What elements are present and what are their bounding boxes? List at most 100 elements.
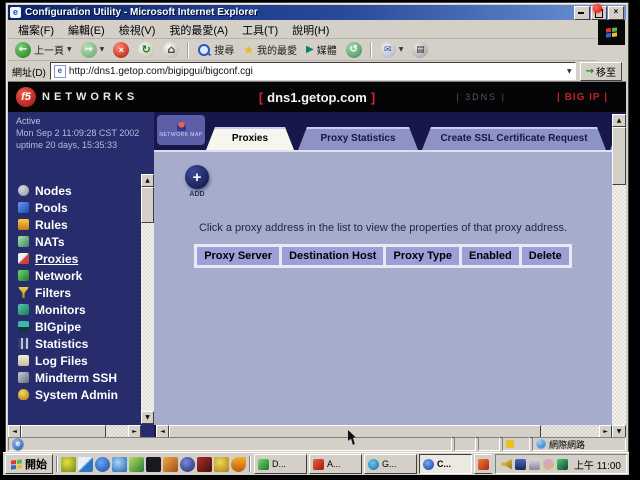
media-button[interactable]: ▶ 媒體 bbox=[303, 41, 340, 58]
proxies-panel: + ADD Click a proxy address in the list … bbox=[154, 150, 612, 425]
scroll-thumb[interactable] bbox=[612, 127, 626, 185]
back-button[interactable]: ← 上一頁 ▼ bbox=[12, 41, 75, 59]
scroll-thumb[interactable] bbox=[141, 187, 154, 223]
start-windows-flag-icon bbox=[11, 459, 22, 469]
main-vertical-scrollbar[interactable]: ▲ ▼ bbox=[612, 114, 626, 438]
sidebar-item-rules[interactable]: Rules bbox=[18, 216, 136, 233]
sidebar-vertical-scrollbar[interactable]: ▲ ▼ bbox=[141, 174, 154, 424]
quicklaunch-icon[interactable] bbox=[129, 457, 144, 472]
add-proxy-button[interactable]: + ADD bbox=[172, 165, 222, 198]
scroll-down-icon[interactable]: ▼ bbox=[141, 411, 154, 424]
tabs: Proxies Proxy Statistics Create SSL Cert… bbox=[206, 127, 612, 150]
scroll-up-icon[interactable]: ▲ bbox=[141, 174, 154, 187]
tray-app-icon[interactable] bbox=[543, 459, 554, 470]
quicklaunch-icon[interactable] bbox=[180, 457, 195, 472]
system-admin-icon bbox=[18, 389, 29, 400]
forward-icon: → bbox=[81, 42, 97, 58]
quicklaunch-icon[interactable] bbox=[112, 457, 127, 472]
tab-proxy-statistics[interactable]: Proxy Statistics bbox=[298, 127, 418, 150]
stop-button[interactable]: × bbox=[110, 41, 132, 59]
menu-edit[interactable]: 編輯(E) bbox=[62, 21, 111, 39]
quicklaunch-icon[interactable] bbox=[146, 457, 161, 472]
start-button[interactable]: 開始 bbox=[5, 454, 53, 474]
column-destination-host: Destination Host bbox=[282, 247, 383, 265]
scroll-up-icon[interactable]: ▲ bbox=[612, 114, 626, 127]
forward-button[interactable]: → ▼ bbox=[78, 41, 108, 59]
quicklaunch-icon[interactable] bbox=[78, 457, 93, 472]
menu-view[interactable]: 檢視(V) bbox=[113, 21, 162, 39]
tray-app-icon[interactable] bbox=[515, 459, 526, 470]
forward-dropdown-icon[interactable]: ▼ bbox=[100, 46, 105, 53]
network-map-button[interactable]: NETWORK MAP bbox=[157, 115, 205, 145]
minimize-button[interactable] bbox=[574, 6, 590, 20]
sidebar-item-proxies[interactable]: Proxies bbox=[18, 250, 136, 267]
tab-proxies[interactable]: Proxies bbox=[206, 127, 294, 150]
sidebar-item-nodes[interactable]: Nodes bbox=[18, 182, 136, 199]
sidebar-item-monitors[interactable]: Monitors bbox=[18, 301, 136, 318]
tab-create-ssl-certificate-request[interactable]: Create SSL Certificate Request bbox=[422, 127, 606, 150]
sidebar-item-mindterm-ssh[interactable]: Mindterm SSH bbox=[18, 369, 136, 386]
taskbar-button-2[interactable]: A... bbox=[309, 454, 362, 474]
taskbar-window-buttons: D... A... G... C... M... bbox=[254, 454, 492, 474]
sidebar-item-system-admin[interactable]: System Admin bbox=[18, 386, 136, 403]
f5-brand-name: NETWORKS bbox=[42, 91, 138, 103]
sidebar-item-filters[interactable]: Filters bbox=[18, 284, 136, 301]
favorites-button[interactable]: ★ 我的最愛 bbox=[240, 41, 300, 58]
taskbar-button-3[interactable]: G... bbox=[364, 454, 417, 474]
taskbar-button-configuration-utility[interactable]: C... bbox=[419, 454, 472, 474]
taskbar-button-5[interactable]: M... bbox=[474, 454, 492, 474]
title-bar[interactable]: e Configuration Utility - Microsoft Inte… bbox=[8, 5, 626, 20]
network-map-icon bbox=[177, 122, 186, 131]
taskbar-button-1[interactable]: D... bbox=[254, 454, 307, 474]
sidebar-item-network[interactable]: Network bbox=[18, 267, 136, 284]
page-icon: e bbox=[54, 65, 66, 78]
home-button[interactable]: ⌂ bbox=[160, 41, 182, 59]
zone-label: 網際網路 bbox=[549, 438, 585, 451]
quicklaunch-icon[interactable] bbox=[61, 457, 76, 472]
address-dropdown-icon[interactable]: ▼ bbox=[567, 68, 572, 75]
quicklaunch-icon[interactable] bbox=[197, 457, 212, 472]
back-dropdown-icon[interactable]: ▼ bbox=[67, 46, 72, 53]
sidebar-item-pools[interactable]: Pools bbox=[18, 199, 136, 216]
proxy-table: Proxy Server Destination Host Proxy Type… bbox=[154, 244, 612, 268]
mail-dropdown-icon[interactable]: ▼ bbox=[399, 46, 404, 53]
sidebar-nav: Nodes Pools Rules NATs Proxies Network F… bbox=[18, 182, 136, 403]
volume-icon[interactable] bbox=[501, 459, 512, 470]
plus-icon[interactable]: + bbox=[185, 165, 209, 189]
add-label: ADD bbox=[172, 191, 222, 198]
search-button[interactable]: 搜尋 bbox=[194, 41, 237, 58]
sidebar-item-log-files[interactable]: Log Files bbox=[18, 352, 136, 369]
f5-brand-header: f5 NETWORKS [dns1.getop.com] | 3DNS | | … bbox=[8, 82, 626, 112]
menu-favorites[interactable]: 我的最愛(A) bbox=[163, 21, 234, 39]
quicklaunch-icon[interactable] bbox=[214, 457, 229, 472]
quicklaunch-icon[interactable] bbox=[163, 457, 178, 472]
quicklaunch-icon[interactable] bbox=[231, 457, 246, 472]
system-status: Active Mon Sep 2 11:09:28 CST 2002 uptim… bbox=[16, 115, 139, 151]
history-icon: ↺ bbox=[346, 42, 362, 58]
quicklaunch-icon[interactable] bbox=[95, 457, 110, 472]
go-button[interactable]: → 移至 bbox=[580, 62, 622, 81]
tray-app-icon[interactable] bbox=[557, 459, 568, 470]
instruction-text: Click a proxy address in the list to vie… bbox=[154, 222, 612, 234]
status-uptime: uptime 20 days, 15:35:33 bbox=[16, 139, 139, 151]
toolbar-separator bbox=[370, 42, 372, 58]
close-button[interactable]: × bbox=[608, 6, 624, 20]
sidebar-item-statistics[interactable]: Statistics bbox=[18, 335, 136, 352]
mail-button[interactable]: ✉▼ bbox=[377, 41, 407, 59]
refresh-button[interactable]: ↻ bbox=[135, 41, 157, 59]
window-icon bbox=[423, 459, 434, 470]
refresh-icon: ↻ bbox=[138, 42, 154, 58]
address-input[interactable] bbox=[69, 66, 564, 77]
menu-file[interactable]: 檔案(F) bbox=[12, 21, 60, 39]
document-icon: e bbox=[12, 438, 24, 451]
status-message-pane: e bbox=[8, 437, 452, 451]
sidebar-item-nats[interactable]: NATs bbox=[18, 233, 136, 250]
log-files-icon bbox=[18, 355, 29, 366]
taskbar-clock[interactable]: 上午 11:00 bbox=[571, 457, 621, 472]
tray-app-icon[interactable] bbox=[529, 459, 540, 470]
print-button[interactable]: ▤ bbox=[409, 41, 431, 59]
menu-tools[interactable]: 工具(T) bbox=[236, 21, 284, 39]
menu-help[interactable]: 說明(H) bbox=[286, 21, 335, 39]
history-button[interactable]: ↺ bbox=[343, 41, 365, 59]
sidebar-item-bigpipe[interactable]: BIGpipe bbox=[18, 318, 136, 335]
